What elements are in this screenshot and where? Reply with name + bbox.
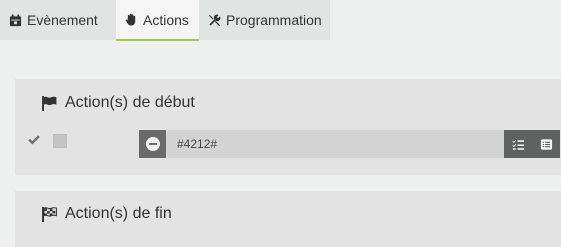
wrench-icon	[207, 13, 221, 27]
list-icon	[540, 138, 552, 150]
minus-circle-icon	[145, 137, 160, 151]
tab-programmation[interactable]: Programmation	[199, 0, 330, 40]
list-check-button[interactable]	[504, 130, 532, 158]
flag-icon	[42, 95, 57, 111]
action-buttons	[504, 130, 560, 158]
tab-label: Programmation	[226, 12, 322, 28]
start-actions-title: Action(s) de début	[41, 94, 195, 112]
start-actions-title-text: Action(s) de début	[65, 94, 195, 111]
hand-icon	[124, 13, 138, 27]
remove-action-button[interactable]	[139, 130, 166, 158]
list-check-icon	[511, 139, 524, 150]
checkered-flag-icon	[42, 206, 57, 222]
start-actions-panel: Action(s) de début	[15, 79, 561, 175]
tab-bar: Evènement Actions Programmation	[0, 0, 561, 41]
tab-label: Evènement	[27, 12, 98, 28]
check-icon[interactable]	[27, 133, 41, 147]
end-actions-title-text: Action(s) de fin	[65, 205, 172, 222]
action-checkbox[interactable]	[53, 134, 67, 148]
tab-actions[interactable]: Actions	[116, 0, 199, 41]
list-button[interactable]	[532, 130, 560, 158]
end-actions-title: Action(s) de fin	[41, 205, 172, 223]
command-input[interactable]	[166, 130, 504, 158]
tab-evenement[interactable]: Evènement	[0, 0, 116, 40]
action-row	[139, 130, 560, 158]
calendar-icon	[8, 13, 22, 27]
tab-label: Actions	[143, 11, 189, 28]
end-actions-panel: Action(s) de fin	[15, 191, 561, 247]
